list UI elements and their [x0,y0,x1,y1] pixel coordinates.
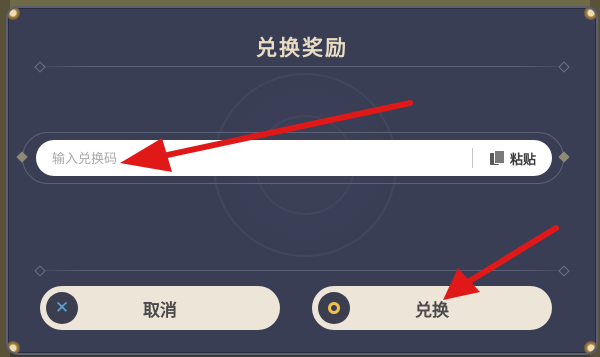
circle-icon [318,292,350,324]
cancel-label: 取消 [143,300,177,321]
ring-shape [328,302,340,314]
divider-ornament [558,265,570,277]
code-input-container: 粘贴 [36,140,552,178]
dialog-title: 兑换奖励 [256,36,348,60]
corner-ornament [8,8,20,20]
paste-button[interactable]: 粘贴 [480,140,546,176]
divider-ornament [558,61,570,73]
corner-ornament [584,341,596,353]
redeem-label: 兑换 [415,300,449,321]
redeem-code-input[interactable] [50,140,474,178]
corner-ornament [8,341,20,353]
redeem-button[interactable]: 兑换 [312,286,552,330]
paste-label: 粘贴 [509,152,536,168]
divider-ornament [34,61,46,73]
corner-ornament [584,8,596,20]
input-separator [472,148,473,168]
cancel-button[interactable]: ✕ 取消 [40,286,280,330]
divider-ornament [34,265,46,277]
top-divider [30,61,574,73]
x-icon: ✕ [46,292,78,324]
paste-icon [489,150,505,166]
bottom-divider [30,265,574,277]
